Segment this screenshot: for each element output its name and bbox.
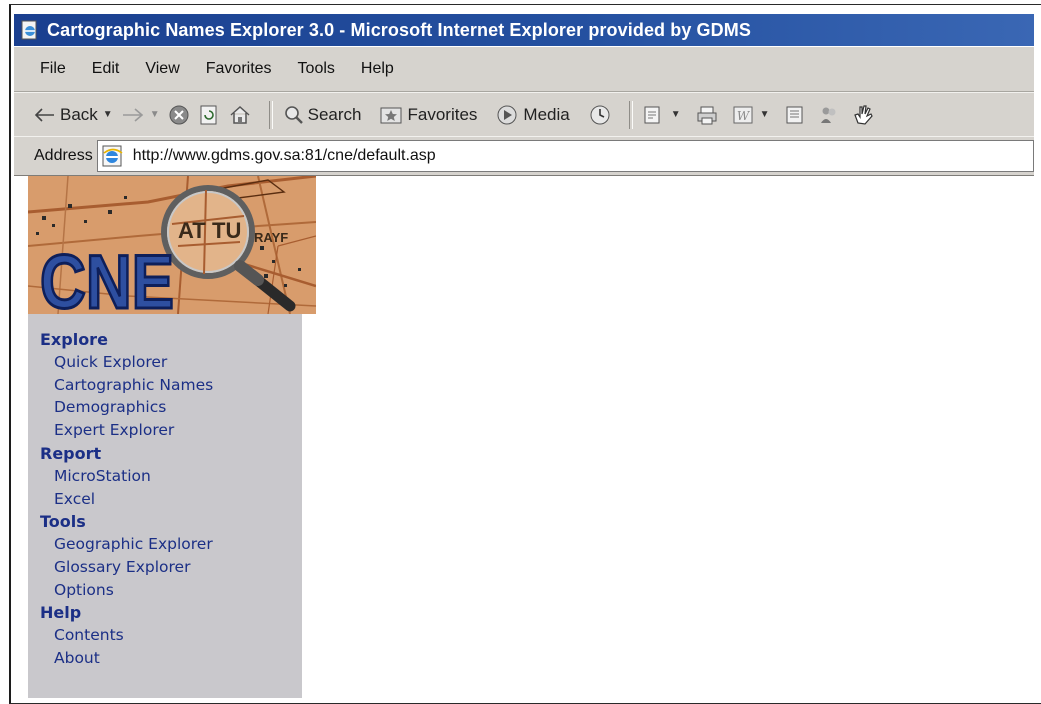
favorites-label: Favorites: [407, 104, 478, 124]
address-label: Address: [34, 147, 93, 164]
menu-help[interactable]: Help: [348, 60, 407, 78]
nav-group-help: Help Contents About: [28, 601, 302, 669]
menu-file[interactable]: File: [14, 60, 79, 78]
nav-group-tools: Tools Geographic Explorer Glossary Explo…: [28, 510, 302, 601]
window-title: Cartographic Names Explorer 3.0 - Micros…: [47, 19, 751, 40]
nav-heading-report: Report: [40, 443, 102, 463]
ie-page-icon: [21, 20, 37, 40]
nav-group-report: Report MicroStation Excel: [28, 442, 302, 510]
home-icon: [230, 105, 250, 124]
hand-icon: [853, 104, 873, 125]
print-button[interactable]: [695, 104, 719, 126]
nav-link-geographic-explorer[interactable]: Geographic Explorer: [54, 533, 302, 556]
favorites-icon: [380, 107, 402, 123]
print-icon: [697, 106, 717, 124]
nav-group-explore: Explore Quick Explorer Cartographic Name…: [28, 328, 302, 442]
menu-tools[interactable]: Tools: [285, 60, 348, 78]
stop-icon: [169, 105, 189, 124]
svg-text:W: W: [736, 109, 750, 123]
logo-map-text-tu: TU: [212, 218, 241, 243]
history-button[interactable]: [588, 103, 612, 127]
nav-heading-explore: Explore: [40, 330, 108, 349]
nav-link-expert-explorer[interactable]: Expert Explorer: [54, 419, 302, 442]
forward-arrow-icon: [122, 107, 143, 122]
menu-view[interactable]: View: [132, 60, 192, 78]
mail-icon: [644, 106, 660, 123]
edit-word-icon: W: [733, 106, 753, 123]
nav-link-quick-explorer[interactable]: Quick Explorer: [54, 351, 302, 374]
address-url: http://www.gdms.gov.sa:81/cne/default.as…: [132, 147, 436, 164]
media-button[interactable]: Media: [495, 104, 570, 126]
messenger-icon: [820, 107, 836, 123]
nav-link-microstation[interactable]: MicroStation: [54, 465, 302, 488]
logo-cne-text: CNE: [40, 240, 174, 314]
address-input[interactable]: http://www.gdms.gov.sa:81/cne/default.as…: [96, 140, 1034, 172]
media-label: Media: [523, 104, 570, 124]
nav-link-excel[interactable]: Excel: [54, 488, 302, 511]
nav-heading-tools: Tools: [40, 512, 86, 532]
sidebar-nav: Explore Quick Explorer Cartographic Name…: [28, 314, 302, 698]
discuss-button[interactable]: [784, 104, 806, 126]
nav-link-options[interactable]: Options: [54, 579, 302, 602]
search-icon: [284, 105, 303, 124]
search-button[interactable]: Search: [282, 104, 362, 126]
forward-button[interactable]: ▼: [121, 107, 160, 123]
title-bar: Cartographic Names Explorer 3.0 - Micros…: [14, 14, 1034, 46]
toolbar-separator: [268, 100, 273, 129]
discuss-icon: [786, 106, 803, 123]
back-button[interactable]: Back ▼: [34, 105, 113, 125]
home-button[interactable]: [228, 104, 252, 126]
nav-link-glossary-explorer[interactable]: Glossary Explorer: [54, 556, 302, 579]
back-dropdown-icon[interactable]: ▼: [103, 109, 113, 120]
menu-edit[interactable]: Edit: [79, 60, 133, 78]
forward-dropdown-icon[interactable]: ▼: [150, 109, 160, 120]
favorites-button[interactable]: Favorites: [379, 105, 477, 125]
mail-dropdown-icon[interactable]: ▼: [671, 109, 681, 120]
back-arrow-icon: [34, 107, 54, 122]
hand-button[interactable]: [852, 103, 876, 127]
address-bar: Address http://www.gdms.gov.sa:81/cne/de…: [14, 136, 1034, 177]
refresh-button[interactable]: [198, 104, 220, 126]
nav-link-contents[interactable]: Contents: [54, 624, 302, 647]
cne-logo-graphic: AT TU RAYF CNE: [28, 176, 316, 314]
media-icon: [497, 105, 517, 124]
messenger-button[interactable]: [818, 104, 840, 126]
nav-link-cartographic-names[interactable]: Cartographic Names: [54, 374, 302, 397]
back-label: Back: [60, 104, 98, 124]
nav-link-demographics[interactable]: Demographics: [54, 396, 302, 419]
nav-link-about[interactable]: About: [54, 647, 302, 670]
toolbar-separator: [628, 100, 633, 129]
standard-toolbar: Back ▼ ▼ Search Favorites Media ▼ W ▼: [14, 92, 1034, 137]
refresh-icon: [200, 105, 217, 124]
history-icon: [590, 105, 610, 124]
search-label: Search: [307, 104, 362, 124]
edit-button[interactable]: W ▼: [731, 104, 770, 126]
stop-button[interactable]: [168, 104, 190, 126]
cne-logo[interactable]: AT TU RAYF CNE: [28, 176, 316, 314]
menu-favorites[interactable]: Favorites: [193, 60, 285, 78]
mail-button[interactable]: ▼: [642, 104, 681, 126]
nav-heading-help: Help: [40, 603, 82, 623]
logo-map-text-rayf: RAYF: [254, 230, 288, 245]
edit-dropdown-icon[interactable]: ▼: [760, 109, 770, 120]
menu-bar: File Edit View Favorites Tools Help: [14, 47, 1034, 92]
logo-map-text-at: AT: [178, 218, 206, 243]
ie-page-icon: [102, 145, 123, 167]
